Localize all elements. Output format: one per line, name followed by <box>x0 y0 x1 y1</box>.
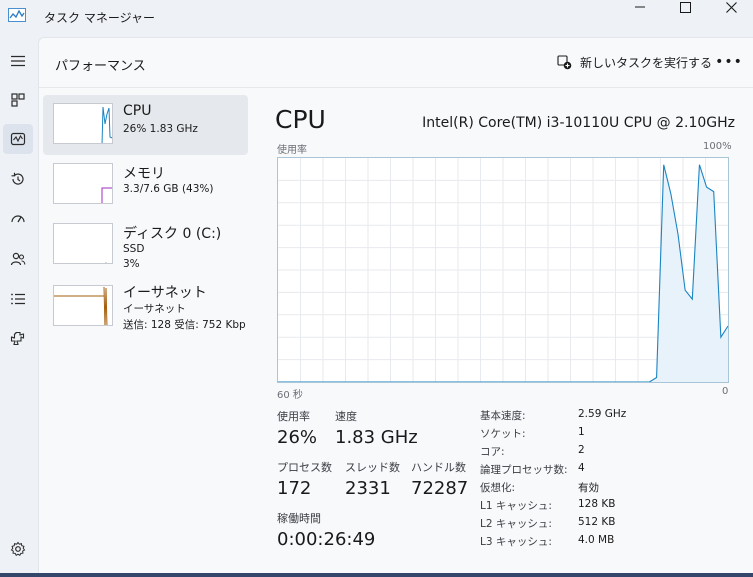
ethernet-thumbnail-sparkline <box>54 286 108 325</box>
main-panel: パフォーマンス 新しいタスクを実行する ••• CPU 26% 1.83 GHz <box>38 37 753 573</box>
resource-item-cpu[interactable]: CPU 26% 1.83 GHz <box>43 95 248 155</box>
handles-value: 72287 <box>411 478 469 499</box>
graph-min-label: 0 <box>722 386 729 397</box>
cpu-model-name: Intel(R) Core(TM) i3-10110U CPU @ 2.10GH… <box>422 115 735 131</box>
spec-value: 512 KB <box>578 516 616 528</box>
cpu-thumbnail-sparkline <box>101 106 112 143</box>
resource-name: ディスク 0 (C:) <box>123 226 222 242</box>
more-options-button[interactable]: ••• <box>715 52 742 72</box>
processes-icon <box>11 93 25 107</box>
resource-name: イーサネット <box>123 285 207 301</box>
nav-app-history-button[interactable] <box>3 164 33 194</box>
resource-detail: イーサネット <box>123 303 186 315</box>
taskbar-edge <box>0 573 753 577</box>
spec-label: L1 キャッシュ: <box>480 500 552 512</box>
spec-value: 有効 <box>578 482 599 494</box>
run-new-task-button[interactable]: 新しいタスクを実行する <box>557 52 712 72</box>
close-icon <box>725 1 737 13</box>
maximize-icon <box>679 1 691 13</box>
usage-value: 26% <box>277 427 318 448</box>
services-icon <box>10 331 25 346</box>
resource-item-ethernet[interactable]: イーサネット イーサネット 送信: 128 受信: 752 Kbp <box>43 277 248 337</box>
ethernet-thumbnail-graph <box>53 285 113 326</box>
nav-processes-button[interactable] <box>3 85 33 115</box>
header-divider <box>39 87 753 88</box>
memory-thumbnail-graph <box>53 163 113 204</box>
title-bar: タスク マネージャー <box>0 0 753 36</box>
resource-name: CPU <box>123 103 152 119</box>
spec-value: 1 <box>578 426 585 438</box>
page-title: パフォーマンス <box>55 59 146 74</box>
run-new-task-icon <box>557 54 572 69</box>
resource-detail: 3.3/7.6 GB (43%) <box>123 183 214 195</box>
minimize-icon <box>635 6 645 8</box>
nav-menu-button[interactable] <box>3 46 33 76</box>
users-icon <box>10 252 26 266</box>
spec-value: 128 KB <box>578 498 616 510</box>
spec-label: 論理プロセッサ数: <box>480 464 568 476</box>
threads-value: 2331 <box>345 478 391 499</box>
cpu-detail-panel: CPU Intel(R) Core(TM) i3-10110U CPU @ 2.… <box>275 95 753 575</box>
navigation-rail <box>0 36 38 577</box>
disk-thumbnail-sparkline <box>105 262 107 263</box>
handles-label: ハンドル数 <box>411 461 466 474</box>
spec-label: L2 キャッシュ: <box>480 518 552 530</box>
resource-detail: SSD <box>123 243 145 255</box>
app-history-icon <box>11 172 24 185</box>
nav-startup-button[interactable] <box>3 204 33 234</box>
graph-y-label: 使用率 <box>277 145 307 156</box>
speed-value: 1.83 GHz <box>335 427 418 448</box>
task-manager-app-icon <box>8 8 26 22</box>
resource-detail: 26% 1.83 GHz <box>123 123 198 135</box>
spec-label: 仮想化: <box>480 482 516 494</box>
cpu-usage-graph <box>277 157 729 383</box>
startup-icon <box>11 215 25 223</box>
graph-time-span: 60 秒 <box>277 390 303 401</box>
nav-users-button[interactable] <box>3 244 33 274</box>
threads-label: スレッド数 <box>345 461 400 474</box>
processes-value: 172 <box>277 478 312 499</box>
spec-label: ソケット: <box>480 428 526 440</box>
resource-item-disk[interactable]: ディスク 0 (C:) SSD 3% <box>43 215 248 275</box>
processes-label: プロセス数 <box>277 461 332 474</box>
run-new-task-label: 新しいタスクを実行する <box>580 55 713 70</box>
speed-label: 速度 <box>335 410 357 423</box>
spec-value: 2.59 GHz <box>578 408 627 420</box>
memory-thumbnail-sparkline <box>101 187 112 203</box>
menu-icon <box>11 55 25 67</box>
nav-performance-button[interactable] <box>3 124 33 154</box>
nav-services-button[interactable] <box>3 324 33 354</box>
details-icon <box>11 293 25 305</box>
maximize-button[interactable] <box>662 0 708 14</box>
nav-settings-button[interactable] <box>3 534 33 564</box>
uptime-label: 稼働時間 <box>277 512 321 525</box>
graph-max-label: 100% <box>703 141 732 152</box>
settings-icon <box>10 541 26 557</box>
resource-name: メモリ <box>123 166 165 182</box>
cpu-thumbnail-graph <box>53 103 113 144</box>
disk-thumbnail-graph <box>53 223 113 264</box>
resource-detail: 送信: 128 受信: 752 Kbp <box>123 319 246 331</box>
performance-icon <box>10 132 26 146</box>
detail-title: CPU <box>275 105 326 134</box>
resource-detail: 3% <box>123 258 140 270</box>
spec-value: 4.0 MB <box>578 534 615 546</box>
minimize-button[interactable] <box>617 0 663 14</box>
nav-details-button[interactable] <box>3 284 33 314</box>
spec-label: L3 キャッシュ: <box>480 536 552 548</box>
spec-label: 基本速度: <box>480 410 526 422</box>
resource-item-memory[interactable]: メモリ 3.3/7.6 GB (43%) <box>43 155 248 215</box>
spec-value: 2 <box>578 444 585 456</box>
spec-value: 4 <box>578 462 585 474</box>
window-title: タスク マネージャー <box>44 11 155 25</box>
close-button[interactable] <box>708 0 753 14</box>
cpu-usage-chart <box>278 158 729 383</box>
spec-label: コア: <box>480 446 505 458</box>
usage-label: 使用率 <box>277 410 310 423</box>
uptime-value: 0:00:26:49 <box>277 529 376 550</box>
